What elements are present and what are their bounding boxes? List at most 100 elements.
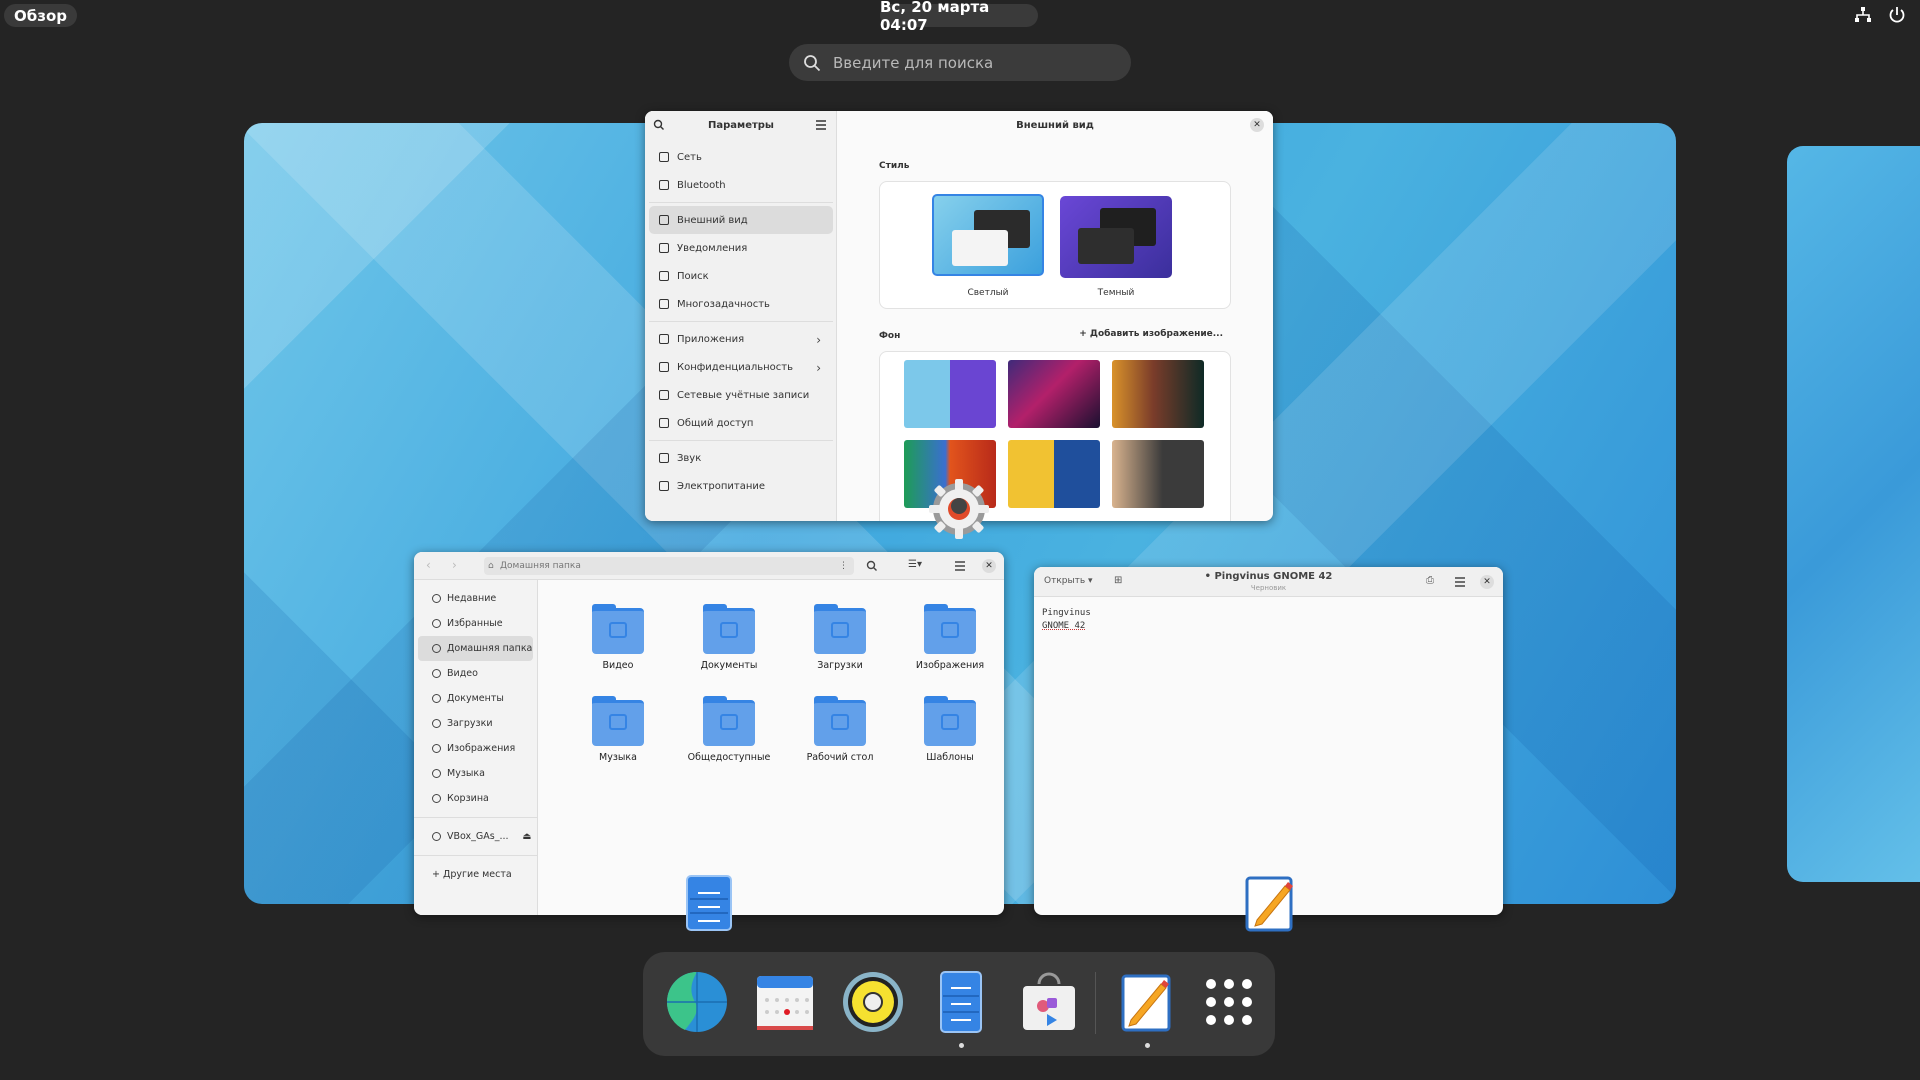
sidebar-item-pictures[interactable]: Изображения [418, 736, 533, 761]
clock-button[interactable]: Вс, 20 марта 04:07 [880, 0, 1038, 34]
text-editor-app-icon [1245, 876, 1293, 932]
back-icon[interactable]: ‹ [426, 558, 431, 572]
folder-video-icon [592, 604, 644, 654]
bluetooth-icon [659, 180, 669, 190]
hamburger-menu-icon[interactable] [954, 560, 966, 572]
sidebar-item-other-locations[interactable]: + Другие места [418, 862, 533, 887]
search-icon[interactable] [653, 119, 665, 131]
folder-music-icon [592, 696, 644, 746]
wallpaper-thumb[interactable] [904, 360, 996, 428]
settings-item-bluetooth[interactable]: Bluetooth [649, 171, 833, 199]
software-store-icon[interactable] [1017, 970, 1081, 1034]
rhythmbox-speaker-icon[interactable] [841, 970, 905, 1034]
settings-app-icon [929, 479, 989, 539]
apps-grid-icon [659, 334, 669, 344]
power-icon[interactable] [1888, 6, 1906, 24]
show-apps-icon[interactable] [1197, 970, 1261, 1034]
settings-item-appearance[interactable]: Внешний вид [649, 206, 833, 234]
chevron-right-icon: › [816, 361, 821, 375]
settings-item-multitasking[interactable]: Многозадачность [649, 290, 833, 318]
files-window[interactable]: ‹ › ⌂ Домашняя папка ⋮ ☰▾ ✕ Недавние Изб… [414, 552, 1004, 915]
power-icon [659, 481, 669, 491]
speaker-icon [659, 453, 669, 463]
sidebar-item-music[interactable]: Музыка [418, 761, 533, 786]
folder-templates[interactable]: Шаблоны [900, 696, 1000, 763]
style-light-option[interactable] [932, 194, 1044, 276]
sidebar-item-trash[interactable]: Корзина [418, 786, 533, 811]
settings-item-privacy[interactable]: Конфиденциальность › [649, 353, 833, 381]
settings-item-apps[interactable]: Приложения › [649, 325, 833, 353]
folder-videos[interactable]: Видео [568, 604, 668, 671]
settings-item-notifications[interactable]: Уведомления [649, 234, 833, 262]
folder-public[interactable]: Общедоступные [679, 696, 779, 763]
settings-panel-title: Внешний вид [837, 111, 1273, 139]
system-tray[interactable] [1854, 6, 1906, 24]
hamburger-menu-icon[interactable] [815, 119, 827, 131]
search-input[interactable]: Введите для поиска [789, 44, 1131, 81]
settings-window[interactable]: Параметры Внешний вид ✕ Сеть Bluetooth В… [645, 111, 1273, 521]
folder-music[interactable]: Музыка [568, 696, 668, 763]
dock-separator [1095, 972, 1096, 1034]
save-icon[interactable]: ⎙ [1426, 575, 1434, 586]
close-button[interactable]: ✕ [1480, 575, 1494, 589]
sidebar-item-downloads[interactable]: Загрузки [418, 711, 533, 736]
path-bar[interactable]: ⌂ Домашняя папка ⋮ [484, 557, 854, 575]
text-editor-window[interactable]: Открыть ▾ ⊞ • Pingvinus GNOME 42 Чернови… [1034, 567, 1503, 915]
settings-item-network[interactable]: Сеть [649, 143, 833, 171]
style-dark-option[interactable] [1060, 196, 1172, 278]
text-line: Pingvinus [1042, 608, 1091, 618]
search-icon[interactable] [866, 560, 878, 572]
multitasking-icon [659, 299, 669, 309]
web-browser-icon[interactable] [665, 970, 729, 1034]
sidebar-item-recent[interactable]: Недавние [418, 586, 533, 611]
add-image-button[interactable]: + Добавить изображение... [1079, 329, 1223, 339]
sidebar-item-vbox-disc[interactable]: VBox_GAs_... ⏏ [418, 824, 533, 849]
settings-item-online-accounts[interactable]: Сетевые учётные записи [649, 381, 833, 409]
eject-icon[interactable]: ⏏ [523, 831, 532, 842]
calendar-icon[interactable] [753, 970, 817, 1034]
chevron-right-icon: › [816, 333, 821, 347]
hand-icon [659, 362, 669, 372]
image-icon [432, 744, 441, 753]
wallpaper-thumb[interactable] [1008, 360, 1100, 428]
folder-desktop[interactable]: Рабочий стол [790, 696, 890, 763]
text-editor-icon[interactable] [1115, 970, 1179, 1034]
settings-item-power[interactable]: Электропитание [649, 472, 833, 500]
close-button[interactable]: ✕ [1250, 118, 1264, 132]
files-icon[interactable] [929, 970, 993, 1034]
editor-text-area[interactable]: Pingvinus GNOME 42 [1042, 607, 1091, 633]
folder-documents[interactable]: Документы [679, 604, 779, 671]
settings-item-sharing[interactable]: Общий доступ [649, 409, 833, 437]
sidebar-item-starred[interactable]: Избранные [418, 611, 533, 636]
close-button[interactable]: ✕ [982, 559, 996, 573]
folder-downloads[interactable]: Загрузки [790, 604, 890, 671]
share-icon [659, 418, 669, 428]
wallpaper-thumb[interactable] [1112, 440, 1204, 508]
settings-item-search[interactable]: Поиск [649, 262, 833, 290]
appearance-icon [659, 215, 669, 225]
sidebar-item-videos[interactable]: Видео [418, 661, 533, 686]
search-icon [659, 271, 669, 281]
home-icon: ⌂ [488, 561, 494, 571]
search-icon [804, 54, 821, 71]
forward-icon[interactable]: › [452, 558, 457, 572]
files-sidebar: Недавние Избранные Домашняя папка Видео … [414, 580, 538, 915]
more-icon[interactable]: ⋮ [839, 557, 848, 575]
at-icon [659, 390, 669, 400]
style-light-label: Светлый [967, 288, 1009, 298]
wallpaper-thumb[interactable] [1008, 440, 1100, 508]
view-list-icon[interactable]: ☰▾ [908, 559, 922, 570]
running-indicator [959, 1043, 964, 1048]
video-icon [432, 669, 441, 678]
background-section-title: Фон [879, 331, 901, 341]
wallpaper-thumb[interactable] [1112, 360, 1204, 428]
sidebar-item-home[interactable]: Домашняя папка [418, 636, 533, 661]
hamburger-menu-icon[interactable] [1454, 576, 1466, 588]
network-icon[interactable] [1854, 6, 1872, 24]
settings-item-sound[interactable]: Звук [649, 444, 833, 472]
settings-sidebar-title: Параметры [708, 119, 774, 131]
sidebar-item-documents[interactable]: Документы [418, 686, 533, 711]
activities-button[interactable]: Обзор [4, 4, 77, 27]
workspace-next[interactable] [1787, 146, 1920, 882]
folder-pictures[interactable]: Изображения [900, 604, 1000, 671]
